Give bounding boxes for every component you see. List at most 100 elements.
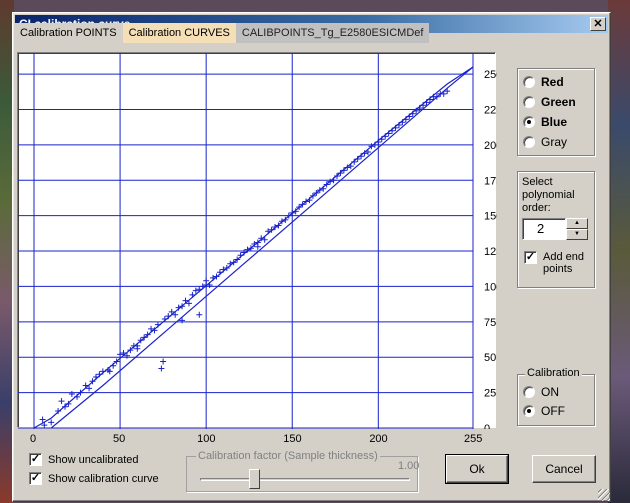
- data-point-plus: [265, 228, 272, 235]
- data-point-plus: [251, 240, 258, 247]
- calibration-factor-thumb[interactable]: [249, 469, 260, 489]
- x-tick-label: 255: [464, 433, 483, 445]
- y-tick-label: 150: [484, 211, 497, 223]
- radio-calibration-off[interactable]: OFF: [523, 403, 565, 419]
- radio-gray-label: Gray: [541, 135, 568, 149]
- data-point-plus: [444, 88, 451, 95]
- radio-blue[interactable]: Blue: [523, 114, 567, 130]
- data-point-plus: [347, 163, 354, 170]
- calibration-factor-track[interactable]: [200, 478, 410, 481]
- data-point-plus: [175, 304, 182, 311]
- radio-blue-indicator[interactable]: [523, 116, 535, 128]
- radio-calibration-on[interactable]: ON: [523, 384, 559, 400]
- radio-blue-label: Blue: [541, 115, 568, 129]
- x-tick-label: 50: [112, 433, 126, 445]
- data-point-plus: [216, 269, 223, 276]
- x-tick-label: 100: [197, 433, 216, 445]
- data-point-plus: [82, 382, 89, 389]
- add-end-points-label: Add end points: [543, 251, 584, 275]
- y-tick-label: 100: [484, 281, 497, 293]
- radio-gray[interactable]: Gray: [523, 134, 567, 150]
- x-tick-label: 0: [29, 433, 37, 445]
- data-point-plus: [378, 136, 385, 143]
- radio-calibration-on-label: ON: [541, 385, 559, 399]
- background-right: [608, 0, 630, 503]
- y-tick-label: 50: [484, 352, 496, 364]
- add-end-points-checkbox[interactable]: ✓: [524, 251, 537, 264]
- data-point-plus: [120, 349, 127, 356]
- y-tick-label: 25: [484, 388, 496, 400]
- data-point-plus: [196, 311, 203, 318]
- show-curve-label: Show calibration curve: [48, 472, 159, 485]
- y-tick-label: 75: [484, 317, 496, 329]
- data-point-plus: [210, 274, 217, 281]
- polynomial-label: Select polynomial order:: [522, 176, 575, 214]
- plot-area: 0 25 50 75 100 125 150 175 200 225 250: [17, 52, 497, 429]
- radio-gray-indicator[interactable]: [523, 136, 535, 148]
- data-point-plus: [158, 365, 165, 372]
- calibration-curve-line: [50, 66, 474, 429]
- radio-red[interactable]: Red: [523, 74, 564, 90]
- resize-grip-icon[interactable]: [598, 489, 610, 501]
- data-point-plus: [375, 139, 382, 146]
- tab-strip: Calibration POINTS Calibration CURVES CA…: [14, 23, 430, 43]
- spin-up-icon[interactable]: ▲: [566, 218, 588, 229]
- x-tick-label: 200: [369, 433, 388, 445]
- data-point-plus: [306, 197, 313, 204]
- data-point-plus: [320, 185, 327, 192]
- polynomial-order-spinner[interactable]: 2 ▲ ▼: [522, 218, 590, 240]
- data-point-plus: [199, 283, 206, 290]
- data-point-plus: [48, 419, 55, 426]
- y-tick-label: 200: [484, 140, 497, 152]
- data-point-plus: [165, 313, 172, 320]
- show-uncalibrated-checkbox[interactable]: ✓: [29, 453, 42, 466]
- cancel-button[interactable]: Cancel: [532, 455, 596, 483]
- data-point-plus: [237, 252, 244, 259]
- calibration-chart: 0 25 50 75 100 125 150 175 200 225 250: [18, 53, 497, 429]
- radio-green-label: Green: [541, 95, 576, 109]
- data-point-plus: [68, 391, 75, 398]
- show-uncalibrated-row[interactable]: ✓ Show uncalibrated: [29, 453, 139, 466]
- data-point-plus: [189, 291, 196, 298]
- radio-green[interactable]: Green: [523, 94, 576, 110]
- show-curve-checkbox[interactable]: ✓: [29, 472, 42, 485]
- data-point-plus: [206, 282, 213, 289]
- ok-button[interactable]: Ok: [445, 454, 509, 484]
- y-tick-label: 250: [484, 69, 497, 81]
- show-curve-row[interactable]: ✓ Show calibration curve: [29, 472, 159, 485]
- y-tick-label: 125: [484, 246, 497, 258]
- data-point-plus: [361, 150, 368, 157]
- data-point-plus: [74, 393, 81, 400]
- y-tick-label: 225: [484, 104, 497, 116]
- radio-calibration-on-indicator[interactable]: [523, 386, 535, 398]
- data-point-plus: [172, 311, 179, 318]
- show-uncalibrated-label: Show uncalibrated: [48, 453, 139, 466]
- polynomial-order-input[interactable]: 2: [522, 218, 566, 240]
- data-point-plus: [160, 358, 167, 365]
- data-point-plus: [227, 260, 234, 267]
- tab-calibration-file[interactable]: CALIBPOINTS_Tg_E2580ESICMDef: [235, 23, 430, 43]
- spin-down-icon[interactable]: ▼: [566, 229, 588, 240]
- data-point-plus: [99, 368, 106, 375]
- tab-calibration-curves[interactable]: Calibration CURVES: [122, 23, 236, 43]
- tab-calibration-points[interactable]: Calibration POINTS: [14, 23, 123, 43]
- add-end-points-checkbox-row[interactable]: ✓ Add end points: [524, 251, 587, 275]
- data-point-plus: [182, 297, 189, 304]
- data-point-plus: [168, 308, 175, 315]
- radio-calibration-off-label: OFF: [541, 404, 565, 418]
- data-point-plus: [154, 321, 161, 328]
- radio-calibration-off-indicator[interactable]: [523, 405, 535, 417]
- radio-red-indicator[interactable]: [523, 76, 535, 88]
- data-point-plus: [440, 90, 447, 97]
- radio-green-indicator[interactable]: [523, 96, 535, 108]
- data-point-plus: [371, 141, 378, 148]
- data-point-plus: [241, 249, 248, 256]
- data-point-plus: [395, 122, 402, 129]
- data-point-plus: [244, 246, 251, 253]
- close-button[interactable]: ✕: [590, 17, 606, 31]
- data-point-plus: [220, 266, 227, 273]
- calibration-legend: Calibration: [525, 367, 582, 380]
- data-point-plus: [110, 362, 117, 369]
- calibration-factor-legend: Calibration factor (Sample thickness): [196, 450, 380, 462]
- data-point-plus: [392, 124, 399, 131]
